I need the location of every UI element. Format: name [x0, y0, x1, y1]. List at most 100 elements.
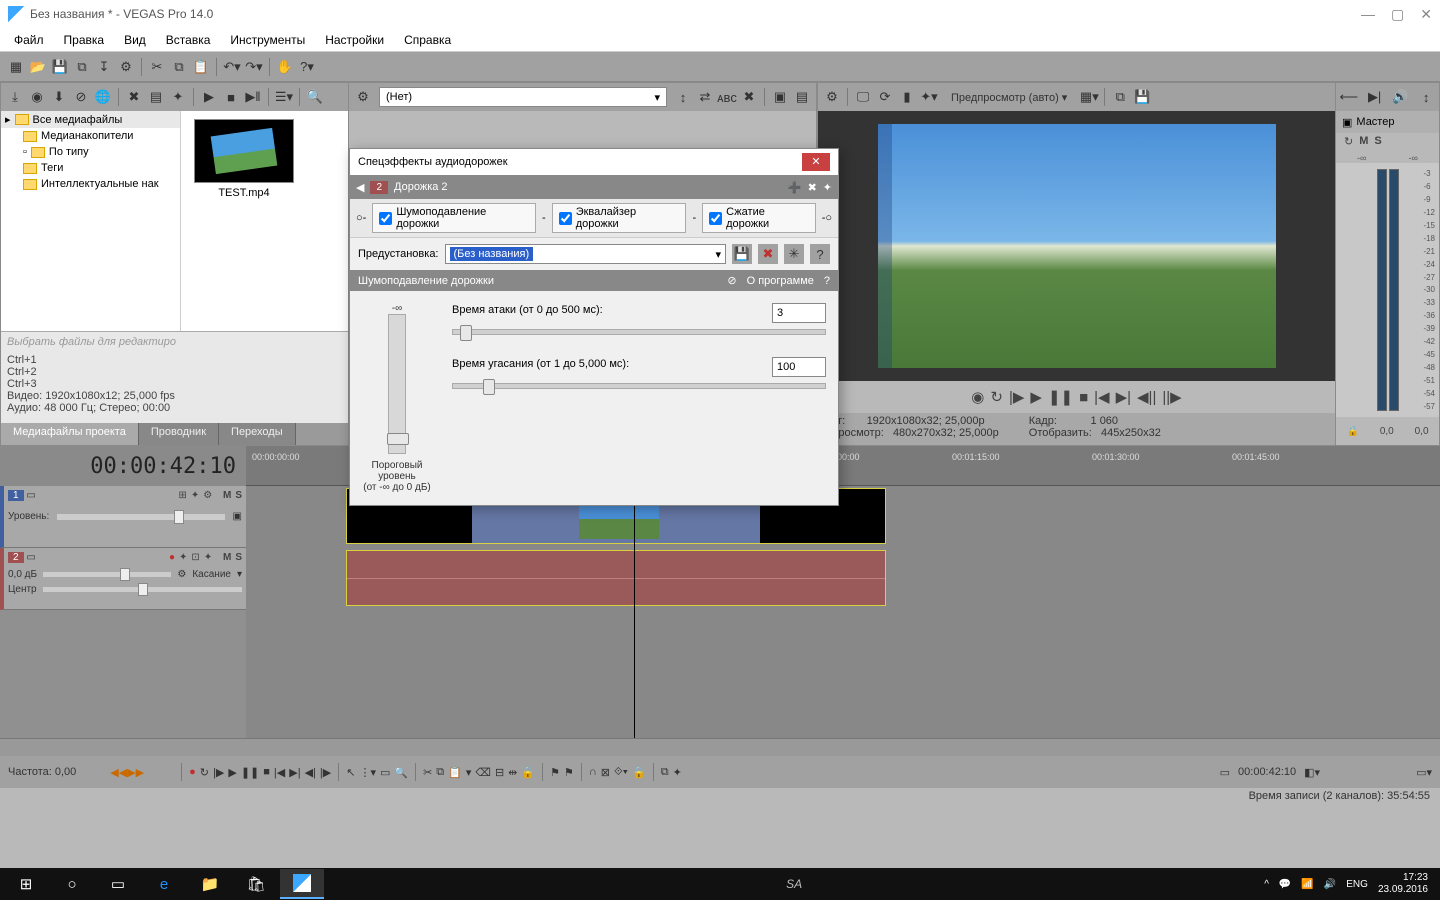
media-fx-icon[interactable]: ✦ [168, 87, 188, 107]
fx-enable-checkbox[interactable] [559, 212, 572, 225]
output-rotate-icon[interactable]: ⟳ [875, 87, 895, 107]
region-button[interactable]: ⚑ [564, 766, 574, 779]
new-icon[interactable]: ▦ [6, 57, 26, 77]
play-button[interactable]: ▶ [1030, 388, 1042, 406]
automation-button[interactable]: ✦ [673, 766, 682, 779]
trimmer-save-icon[interactable]: ▤ [792, 87, 812, 107]
pause-button[interactable]: ❚❚ [241, 766, 259, 779]
chain-add-icon[interactable]: ➕ [788, 181, 802, 194]
marker-button[interactable]: ⚑ [550, 766, 560, 779]
open-icon[interactable]: 📂 [28, 57, 48, 77]
track-lanes[interactable] [246, 486, 1440, 738]
trimmer-abc-icon[interactable]: ᴀʙᴄ [717, 87, 737, 107]
loop-button[interactable]: ↻ [200, 766, 209, 779]
fx-chip-compressor[interactable]: Сжатие дорожки [702, 203, 816, 233]
capture-icon[interactable]: ◉ [27, 87, 47, 107]
touch-mode[interactable]: Касание [192, 569, 231, 580]
solo-button[interactable]: S [1374, 135, 1381, 151]
play-icon[interactable]: ▶ [199, 87, 219, 107]
paste-icon[interactable]: 📋 [191, 57, 211, 77]
record-arm-icon[interactable]: ● [169, 552, 175, 563]
preview-fx-icon[interactable]: ✦▾ [919, 87, 939, 107]
release-slider[interactable] [452, 383, 826, 389]
fx-chip-noisegate[interactable]: Шумоподавление дорожки [372, 203, 536, 233]
trim-button[interactable]: ⊟ [495, 766, 504, 779]
maximize-button[interactable]: ▢ [1391, 6, 1404, 23]
media-clip[interactable]: TEST.mp4 [189, 119, 299, 323]
search-icon[interactable]: 🔍 [305, 87, 325, 107]
web-icon[interactable]: 🌐 [93, 87, 113, 107]
help-icon[interactable]: ?▾ [297, 57, 317, 77]
action-center-icon[interactable]: 💬 [1279, 879, 1291, 890]
copy-snapshot-icon[interactable]: ⧉ [1110, 87, 1130, 107]
solo-button[interactable]: S [235, 490, 242, 501]
threshold-slider[interactable] [388, 314, 406, 454]
tab-explorer[interactable]: Проводник [139, 423, 219, 445]
back-icon[interactable]: ◀ [356, 181, 364, 194]
trimmer-opts-icon[interactable]: ⚙ [353, 87, 373, 107]
preset-settings-icon[interactable]: ✳ [784, 244, 804, 264]
mute-button[interactable]: M [223, 552, 231, 563]
preset-help-icon[interactable]: ? [810, 244, 830, 264]
ignore-event-button[interactable]: ⧉ [661, 766, 669, 779]
automation-icon[interactable]: ⚙ [203, 490, 212, 501]
automation-icon[interactable]: ✦ [204, 552, 212, 563]
envelope-tool-button[interactable]: ⋮▾ [359, 766, 376, 779]
output-icon[interactable]: ↻ [1344, 135, 1353, 151]
stop-button[interactable]: ■ [1079, 389, 1088, 406]
tab-transitions[interactable]: Переходы [219, 423, 296, 445]
views-icon[interactable]: ☰▾ [274, 87, 294, 107]
track-motion-icon[interactable]: ⊞ [178, 490, 186, 501]
edge-icon[interactable]: e [142, 869, 186, 899]
render-icon[interactable]: ↧ [94, 57, 114, 77]
attack-slider[interactable] [452, 329, 826, 335]
loop-button[interactable]: ↻ [990, 388, 1003, 406]
solo-button[interactable]: S [235, 552, 242, 563]
record-button[interactable]: ◉ [971, 388, 984, 406]
playhead[interactable] [634, 486, 635, 738]
mixer-btn1-icon[interactable]: ⟵ [1339, 87, 1359, 107]
system-tray[interactable]: ^ 💬 📶 🔊 ENG 17:23 23.09.2016 [1264, 872, 1436, 896]
input-icon[interactable]: ⊡ [191, 552, 199, 563]
explorer-icon[interactable]: 📁 [188, 869, 232, 899]
saveall-icon[interactable]: ⧉ [72, 57, 92, 77]
trimmer-btn3-icon[interactable]: ✖ [739, 87, 759, 107]
play-start-button[interactable]: |▶ [213, 766, 224, 779]
tab-project-media[interactable]: Медиафайлы проекта [1, 423, 139, 445]
overlays-icon[interactable]: ▦▾ [1079, 87, 1099, 107]
save-icon[interactable]: 💾 [50, 57, 70, 77]
task-view-button[interactable]: ▭ [96, 869, 140, 899]
import-icon[interactable]: ⤓ [5, 87, 25, 107]
select-tool-button[interactable]: ▭ [380, 766, 390, 779]
clock[interactable]: 17:23 23.09.2016 [1378, 872, 1428, 896]
chain-remove-icon[interactable]: ✖ [808, 181, 817, 194]
track-fx-icon[interactable]: ✦ [179, 552, 187, 563]
help-icon[interactable]: ? [824, 275, 830, 287]
trimmer-open-icon[interactable]: ▣ [770, 87, 790, 107]
remove-media-icon[interactable]: ✖ [124, 87, 144, 107]
ext-monitor-icon[interactable]: 🖵 [853, 87, 873, 107]
trimmer-btn1-icon[interactable]: ↕ [673, 87, 693, 107]
video-scopes-icon[interactable]: ▮ [897, 87, 917, 107]
dialog-titlebar[interactable]: Спецэффекты аудиодорожек ✕ [350, 149, 838, 175]
go-end-button[interactable]: ▶| [1116, 388, 1131, 406]
release-input[interactable] [772, 357, 826, 377]
normal-tool-button[interactable]: ↖ [346, 766, 355, 779]
pan-slider[interactable] [43, 587, 242, 592]
autoripple-button[interactable]: ⟐▾ [614, 766, 628, 779]
touch-icon[interactable]: ✋ [275, 57, 295, 77]
start-button[interactable]: ⊞ [4, 869, 48, 899]
menu-view[interactable]: Вид [114, 30, 156, 50]
attack-input[interactable] [772, 303, 826, 323]
redo-icon[interactable]: ↷▾ [244, 57, 264, 77]
cut-icon[interactable]: ✂ [147, 57, 167, 77]
volume-icon[interactable]: 🔊 [1324, 879, 1336, 890]
sel-mode-icon[interactable]: ▭▾ [1416, 766, 1432, 779]
preset-dropdown[interactable]: (Без названия) ▾ [445, 244, 727, 264]
lock-env-button[interactable]: 🔒 [632, 766, 646, 779]
zoom-tool-button[interactable]: 🔍 [394, 766, 408, 779]
fx-chip-eq[interactable]: Эквалайзер дорожки [552, 203, 687, 233]
audio-clip[interactable] [346, 550, 886, 606]
mute-button[interactable]: M [1359, 135, 1368, 151]
stop-button[interactable]: ■ [263, 766, 270, 778]
